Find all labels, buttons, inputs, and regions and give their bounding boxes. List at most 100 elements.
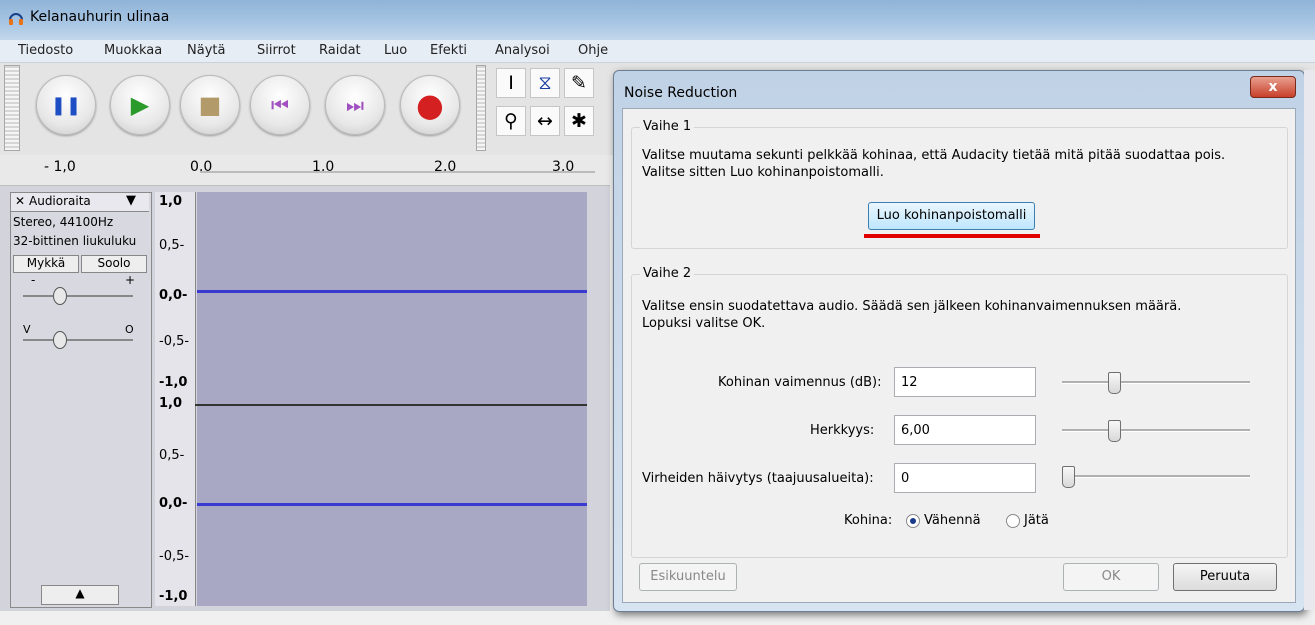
step2-label: Vaihe 2 xyxy=(640,266,695,281)
mute-button[interactable]: Mykkä xyxy=(13,255,79,273)
menu-generate[interactable]: Luo xyxy=(384,43,407,58)
scale-label: -1,0 xyxy=(159,589,188,604)
window-titlebar: Kelanauhurin ulinaa xyxy=(0,0,1315,40)
envelope-tool[interactable]: ⧖ xyxy=(530,68,560,98)
ruler-baseline xyxy=(200,171,595,173)
menu-effect[interactable]: Efekti xyxy=(430,43,467,58)
draw-tool[interactable]: ✎ xyxy=(564,68,594,98)
cancel-button[interactable]: Peruuta xyxy=(1173,563,1277,591)
gain-slider-track[interactable] xyxy=(23,295,133,297)
highlight-underline xyxy=(864,234,1040,238)
noise-reduction-slider-thumb[interactable] xyxy=(1108,372,1121,394)
waveform-right-signal xyxy=(197,503,587,506)
background-window-edge xyxy=(1304,70,1315,610)
stop-button[interactable]: ■ xyxy=(180,75,240,135)
gain-slider-thumb[interactable] xyxy=(53,287,67,305)
menu-file[interactable]: Tiedosto xyxy=(18,43,73,58)
track-control-panel: ✕ Audioraita ▼ Stereo, 44100Hz 32-bittin… xyxy=(10,192,152,608)
reduce-radio[interactable] xyxy=(906,514,920,528)
frequency-smoothing-label: Virheiden häivytys (taajuusalueita): xyxy=(642,471,874,486)
play-button[interactable]: ▶ xyxy=(110,75,170,135)
sensitivity-label: Herkkyys: xyxy=(810,423,875,438)
get-noise-profile-button[interactable]: Luo kohinanpoistomalli xyxy=(868,202,1035,230)
sensitivity-input[interactable]: 6,00 xyxy=(894,415,1036,445)
track-panel: ✕ Audioraita ▼ Stereo, 44100Hz 32-bittin… xyxy=(0,186,610,611)
frequency-smoothing-slider[interactable] xyxy=(1062,475,1250,478)
scale-label: 1,0 xyxy=(159,194,183,209)
pan-right-label: O xyxy=(125,323,134,336)
tools-grip[interactable] xyxy=(476,65,486,151)
step2-instruction: Valitse ensin suodatettava audio. Säädä … xyxy=(642,299,1182,314)
record-icon: ● xyxy=(416,86,444,124)
track-format: 32-bittinen liukuluku xyxy=(13,234,137,248)
collapse-track-button[interactable]: ▲ xyxy=(41,585,119,605)
step1-label: Vaihe 1 xyxy=(640,119,695,134)
step1-group: Vaihe 1 Valitse muutama sekunti pelkkää … xyxy=(631,119,1288,249)
frequency-smoothing-slider-thumb[interactable] xyxy=(1062,466,1075,488)
timeshift-icon: ↔ xyxy=(537,110,553,132)
scale-label: 0,5- xyxy=(159,448,185,463)
solo-button[interactable]: Soolo xyxy=(81,255,147,273)
menu-tracks[interactable]: Raidat xyxy=(319,43,361,58)
zoom-tool[interactable]: ⚲ xyxy=(496,106,526,136)
selection-tool[interactable]: I xyxy=(496,68,526,98)
menu-help[interactable]: Ohje xyxy=(578,43,608,58)
multi-tool-icon: ✱ xyxy=(571,110,587,132)
noise-reduction-dialog: Noise Reduction x Vaihe 1 Valitse muutam… xyxy=(613,70,1305,612)
dialog-title: Noise Reduction xyxy=(624,85,738,101)
track-menu-icon[interactable]: ▼ xyxy=(126,193,136,208)
skip-to-end-button[interactable]: ⏭ xyxy=(325,75,385,135)
pause-icon: ❚❚ xyxy=(50,94,82,116)
reduce-radio-label[interactable]: Vähennä xyxy=(924,513,981,528)
skip-end-icon: ⏭ xyxy=(346,93,364,117)
residue-radio[interactable] xyxy=(1006,514,1020,528)
track-name[interactable]: Audioraita xyxy=(29,194,91,208)
sensitivity-slider-thumb[interactable] xyxy=(1108,420,1121,442)
gain-minus-label: - xyxy=(31,273,36,287)
pause-button[interactable]: ❚❚ xyxy=(36,75,96,135)
noise-label: Kohina: xyxy=(844,513,893,528)
scale-label: 0,0- xyxy=(159,496,188,511)
close-icon[interactable]: x xyxy=(1250,76,1296,98)
menu-analyze[interactable]: Analysoi xyxy=(495,43,550,58)
dialog-body: Vaihe 1 Valitse muutama sekunti pelkkää … xyxy=(622,108,1296,603)
preview-button[interactable]: Esikuuntelu xyxy=(639,563,737,591)
sensitivity-slider[interactable] xyxy=(1062,429,1250,432)
noise-reduction-slider[interactable] xyxy=(1062,381,1250,384)
track-name-bar[interactable]: ✕ Audioraita ▼ xyxy=(11,193,149,212)
scale-label: 0,0- xyxy=(159,288,188,303)
menu-transport[interactable]: Siirrot xyxy=(257,43,296,58)
pan-slider-track[interactable] xyxy=(23,339,133,341)
cursor-icon: I xyxy=(508,72,514,94)
noise-reduction-input[interactable]: 12 xyxy=(894,367,1036,397)
pan-slider-thumb[interactable] xyxy=(53,331,67,349)
residue-radio-label[interactable]: Jätä xyxy=(1024,513,1049,528)
waveform-left-channel[interactable] xyxy=(197,192,587,404)
toolbar-grip[interactable] xyxy=(4,65,20,151)
waveform-right-channel[interactable] xyxy=(197,406,587,606)
step2-instruction-2: Lopuksi valitse OK. xyxy=(642,316,766,331)
window-title: Kelanauhurin ulinaa xyxy=(30,9,170,25)
record-button[interactable]: ● xyxy=(400,75,460,135)
step2-group: Vaihe 2 Valitse ensin suodatettava audio… xyxy=(631,266,1288,558)
gain-plus-label: + xyxy=(125,273,136,287)
menu-view[interactable]: Näytä xyxy=(187,43,225,58)
skip-start-icon: ⏮ xyxy=(271,93,289,117)
close-track-icon[interactable]: ✕ xyxy=(15,194,25,208)
scale-label: -1,0 xyxy=(159,375,188,390)
timeline-ruler[interactable]: - 1,0 0,0 1,0 2,0 3,0 xyxy=(0,155,610,186)
ruler-label: - 1,0 xyxy=(44,159,76,175)
menu-edit[interactable]: Muokkaa xyxy=(104,43,162,58)
frequency-smoothing-input[interactable]: 0 xyxy=(894,463,1036,493)
scale-label: 1,0 xyxy=(159,396,183,411)
scale-label: -0,5- xyxy=(159,549,190,564)
timeshift-tool[interactable]: ↔ xyxy=(530,106,560,136)
ok-button[interactable]: OK xyxy=(1063,563,1159,591)
multi-tool[interactable]: ✱ xyxy=(564,106,594,136)
scale-label: -0,5- xyxy=(159,334,190,349)
play-icon: ▶ xyxy=(130,91,150,119)
skip-to-start-button[interactable]: ⏮ xyxy=(250,75,310,135)
pan-left-label: V xyxy=(23,323,31,336)
noise-reduction-label: Kohinan vaimennus (dB): xyxy=(718,375,882,390)
waveform-left-signal xyxy=(197,290,587,293)
